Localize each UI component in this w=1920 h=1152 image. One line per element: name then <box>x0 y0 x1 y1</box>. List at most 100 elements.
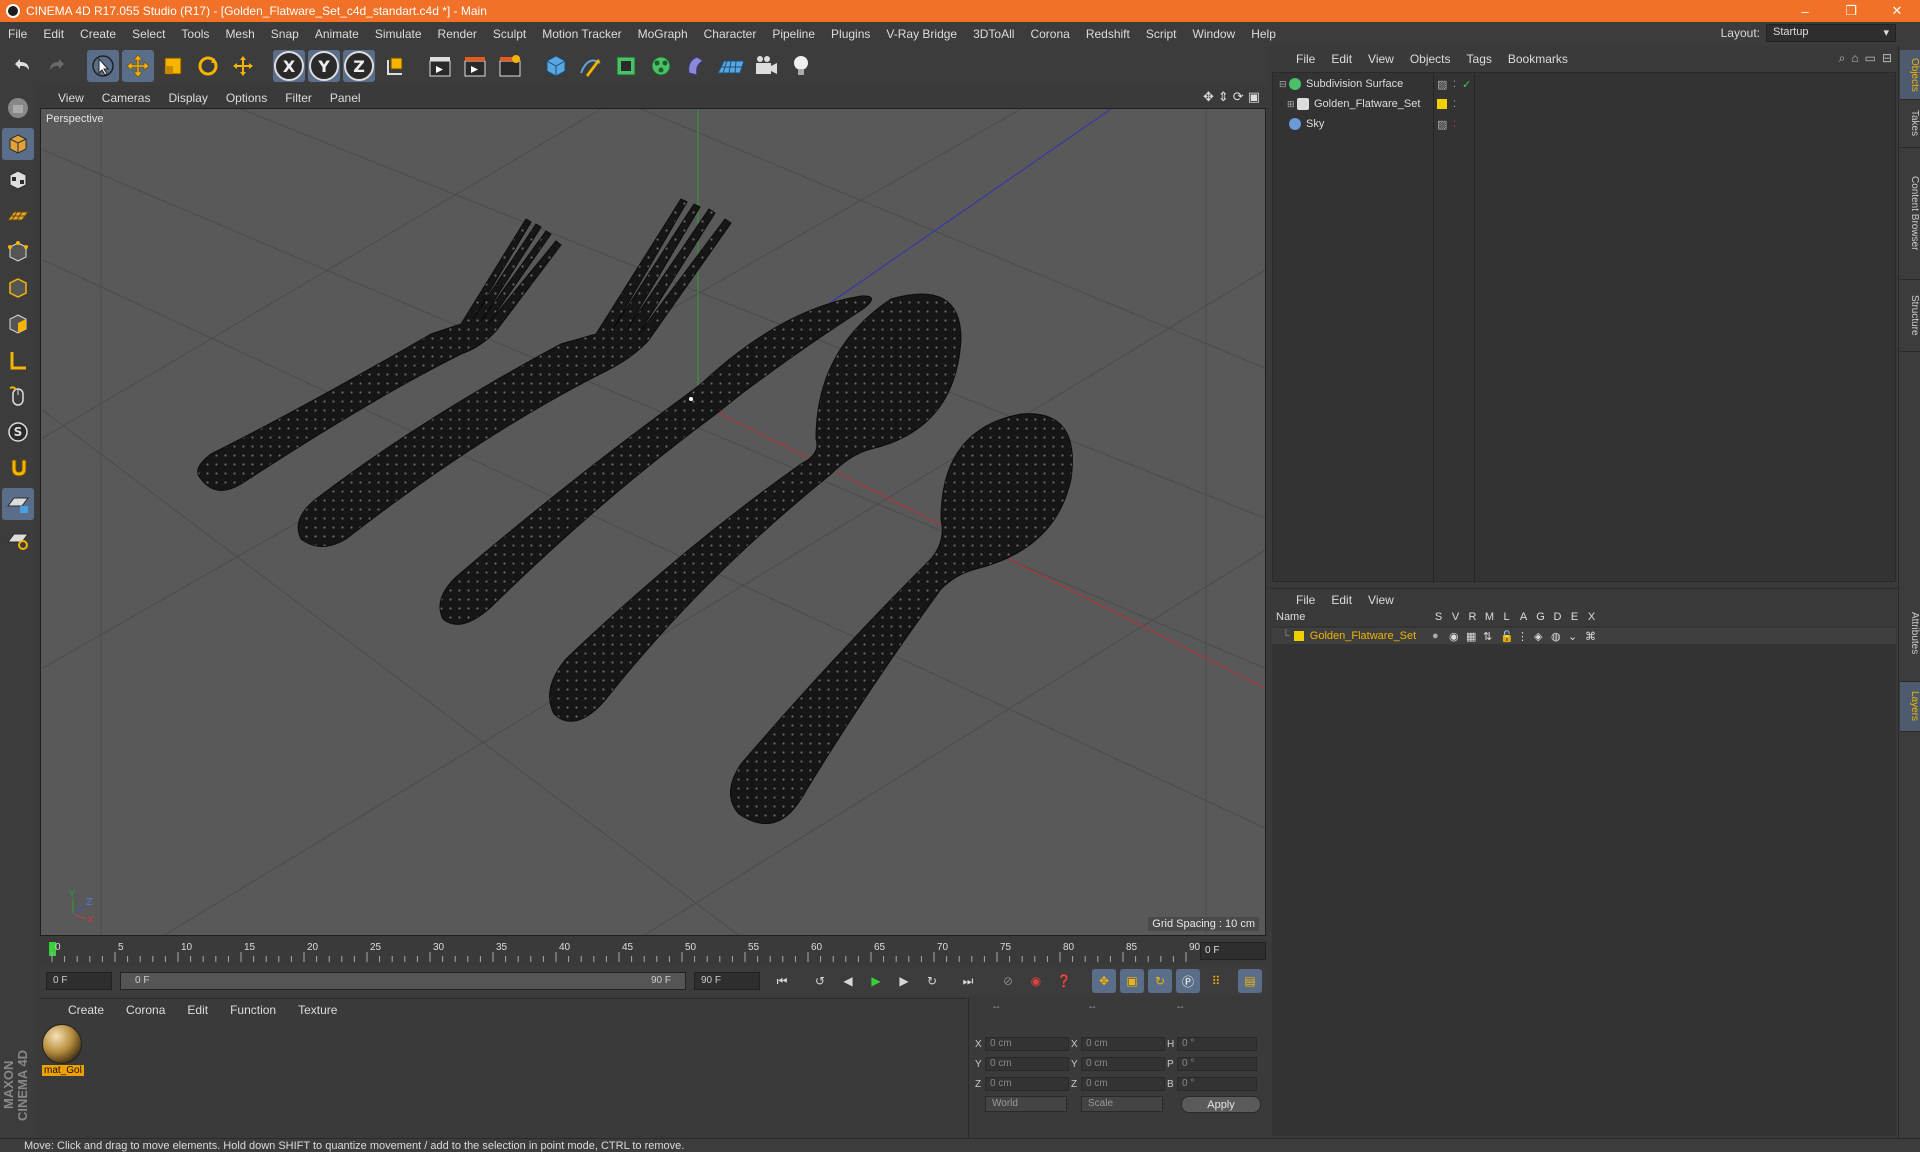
collapse-icon[interactable]: ⊟ <box>1279 79 1287 90</box>
live-selection-tool[interactable] <box>87 50 119 82</box>
perspective-viewport[interactable]: Y Z X Perspective Grid Spacing : 10 cm <box>40 108 1266 936</box>
key-rotation-button[interactable]: ↻ <box>1148 969 1172 993</box>
size-z-field[interactable]: 0 cm <box>1081 1077 1165 1091</box>
maximize-view-icon[interactable]: ▣ <box>1248 89 1260 105</box>
tab-layers[interactable]: Layers <box>1900 682 1920 732</box>
new-window-icon[interactable]: ▭ <box>1865 51 1876 66</box>
autokey-button[interactable]: ◉ <box>1024 969 1048 993</box>
go-to-start-button[interactable]: ⏮ <box>770 969 794 993</box>
render-view-button[interactable] <box>424 50 456 82</box>
rotate-tool[interactable] <box>192 50 224 82</box>
menu-character[interactable]: Character <box>696 27 765 41</box>
material-menu-edit[interactable]: Edit <box>175 1003 218 1017</box>
size-y-field[interactable]: 0 cm <box>1081 1057 1165 1071</box>
rot-p-field[interactable]: 0 ° <box>1177 1057 1257 1071</box>
dolly-view-icon[interactable]: ⇕ <box>1218 89 1229 105</box>
key-parameter-button[interactable]: Ⓟ <box>1176 969 1200 993</box>
menu-script[interactable]: Script <box>1138 27 1185 41</box>
viewport-menu-filter[interactable]: Filter <box>279 91 324 105</box>
viewport-menu-cameras[interactable]: Cameras <box>96 91 163 105</box>
next-key-button[interactable]: ↻ <box>920 969 944 993</box>
tab-attributes[interactable]: Attributes <box>1900 586 1920 682</box>
object-menu-view[interactable]: View <box>1362 52 1404 66</box>
object-menu-edit[interactable]: Edit <box>1325 52 1362 66</box>
key-scale-button[interactable]: ▣ <box>1120 969 1144 993</box>
close-button[interactable]: ✕ <box>1874 0 1920 22</box>
tab-content-browser[interactable]: Content Browser <box>1900 148 1920 280</box>
menu-animate[interactable]: Animate <box>307 27 367 41</box>
pan-view-icon[interactable]: ✥ <box>1203 89 1214 105</box>
current-frame-field[interactable]: 0 F <box>1200 942 1266 960</box>
planar-workplane-button[interactable] <box>2 524 34 556</box>
object-row[interactable]: ⊟ Subdivision Surface ▨ ⁚ ✓ <box>1273 75 1893 93</box>
menu-render[interactable]: Render <box>430 27 485 41</box>
animation-toggle-icon[interactable]: ⋮ <box>1517 630 1528 643</box>
tab-structure[interactable]: Structure <box>1900 280 1920 352</box>
previous-frame-button[interactable]: ◀ <box>836 969 860 993</box>
solo-toggle-icon[interactable]: ● <box>1432 630 1439 642</box>
material-menu-function[interactable]: Function <box>218 1003 286 1017</box>
restore-button[interactable]: ❐ <box>1828 0 1874 22</box>
object-menu-objects[interactable]: Objects <box>1404 52 1461 66</box>
menu-tools[interactable]: Tools <box>173 27 217 41</box>
add-cube-button[interactable] <box>540 50 572 82</box>
next-frame-button[interactable]: ▶ <box>892 969 916 993</box>
orbit-view-icon[interactable]: ⟳ <box>1233 89 1244 105</box>
polygons-mode-button[interactable] <box>2 308 34 340</box>
apply-button[interactable]: Apply <box>1181 1096 1261 1113</box>
axis-mode-button[interactable] <box>2 344 34 376</box>
layer-menu-view[interactable]: View <box>1362 593 1404 607</box>
material-item[interactable]: mat_Gol <box>42 1024 84 1080</box>
visibility-dots-icon[interactable]: ⁚ <box>1453 99 1456 110</box>
add-mograph-button[interactable] <box>645 50 677 82</box>
expression-toggle-icon[interactable]: ⌄ <box>1568 630 1577 643</box>
menu-help[interactable]: Help <box>1243 27 1284 41</box>
previous-key-button[interactable]: ↺ <box>808 969 832 993</box>
tab-objects[interactable]: Objects <box>1900 50 1920 100</box>
render-to-picture-viewer-button[interactable] <box>459 50 491 82</box>
end-frame-field[interactable]: 90 F <box>694 972 760 990</box>
coordinate-space-select[interactable]: World <box>985 1096 1067 1112</box>
enabled-check-icon[interactable]: ✓ <box>1462 78 1471 91</box>
search-icon[interactable]: ⌕ <box>1839 51 1846 66</box>
viewport-menu-panel[interactable]: Panel <box>324 91 373 105</box>
layout-select[interactable]: Startup ▾ <box>1766 24 1896 42</box>
material-menu-create[interactable]: Create <box>56 1003 114 1017</box>
visibility-dots-icon[interactable]: ⁚ <box>1453 79 1456 90</box>
viewport-menu-view[interactable]: View <box>52 91 96 105</box>
magnet-button[interactable] <box>2 452 34 484</box>
object-row[interactable]: Sky ▨ ⁚ <box>1273 115 1893 133</box>
add-floor-button[interactable] <box>715 50 747 82</box>
coordinate-system-button[interactable] <box>378 50 410 82</box>
add-generator-button[interactable] <box>610 50 642 82</box>
add-deformer-button[interactable] <box>680 50 712 82</box>
menu-mograph[interactable]: MoGraph <box>630 27 696 41</box>
pos-z-field[interactable]: 0 cm <box>985 1077 1069 1091</box>
menu-select[interactable]: Select <box>124 27 173 41</box>
layer-menu-file[interactable]: File <box>1290 593 1325 607</box>
points-mode-button[interactable] <box>2 236 34 268</box>
lock-z-axis-button[interactable]: Z <box>343 50 375 82</box>
key-pla-button[interactable]: ⠿ <box>1204 969 1228 993</box>
material-menu-corona[interactable]: Corona <box>114 1003 175 1017</box>
menu-create[interactable]: Create <box>72 27 124 41</box>
move-tool[interactable] <box>122 50 154 82</box>
expand-panel-icon[interactable]: ⊟ <box>1882 51 1892 66</box>
workplane-mode-button[interactable] <box>2 200 34 232</box>
menu-window[interactable]: Window <box>1185 27 1244 41</box>
model-mode-button[interactable] <box>2 128 34 160</box>
play-button[interactable]: ▶ <box>864 969 888 993</box>
menu-3dtoall[interactable]: 3DToAll <box>965 27 1022 41</box>
rot-b-field[interactable]: 0 ° <box>1177 1077 1257 1091</box>
layer-menu-edit[interactable]: Edit <box>1325 593 1362 607</box>
material-menu-texture[interactable]: Texture <box>286 1003 347 1017</box>
expand-icon[interactable]: ⊞ <box>1287 99 1295 110</box>
lock-y-axis-button[interactable]: Y <box>308 50 340 82</box>
visibility-dots-icon[interactable]: ⁚ <box>1453 119 1456 130</box>
add-light-button[interactable] <box>785 50 817 82</box>
redo-button[interactable] <box>41 50 73 82</box>
viewport-menu-display[interactable]: Display <box>162 91 219 105</box>
frame-range-slider[interactable]: 0 F 90 F <box>120 972 686 990</box>
render-settings-button[interactable] <box>494 50 526 82</box>
tweak-mode-button[interactable] <box>2 380 34 412</box>
